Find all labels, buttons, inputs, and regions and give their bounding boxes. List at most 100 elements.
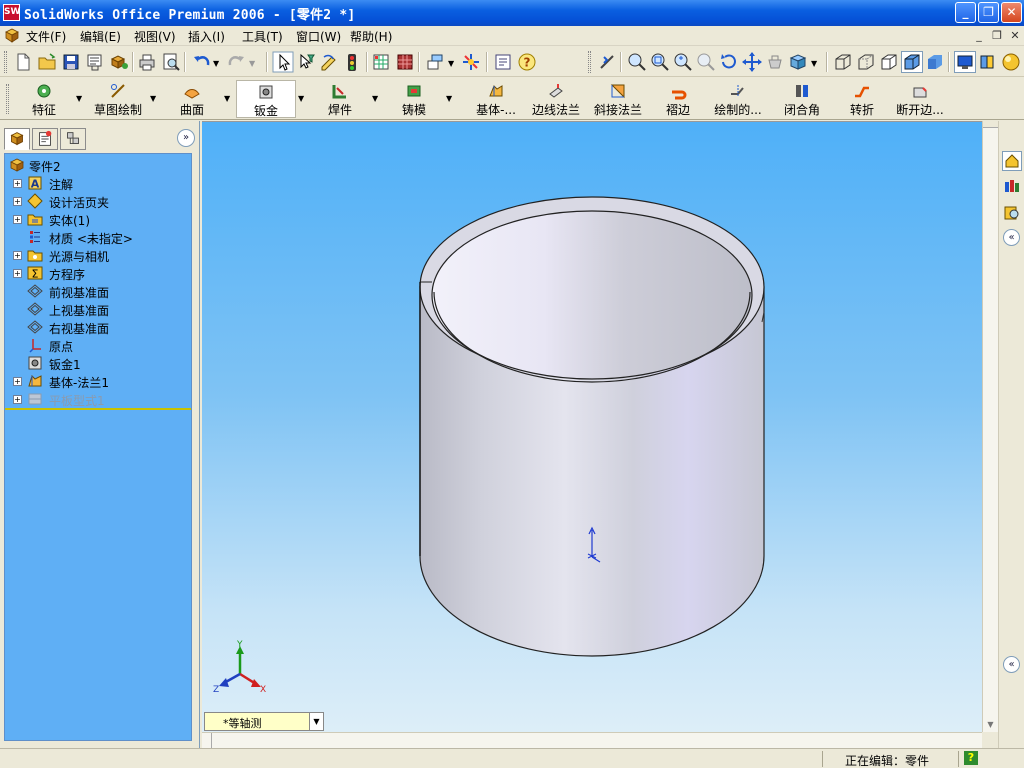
menu-help[interactable]: 帮助(H) <box>350 28 392 45</box>
hem-button[interactable]: 褶边 <box>660 80 696 118</box>
doc-close-button[interactable]: ✕ <box>1008 29 1022 43</box>
sketched-bend-button[interactable]: 绘制的... <box>708 80 768 118</box>
close-button[interactable]: ✕ <box>1001 2 1022 23</box>
zoom-to-fit-icon[interactable] <box>626 51 648 73</box>
shaded-with-edges-icon[interactable] <box>901 51 923 73</box>
previous-view-icon[interactable] <box>596 51 618 73</box>
properties-icon[interactable] <box>492 51 514 73</box>
horizontal-scrollbar[interactable] <box>202 732 982 748</box>
view-orientation-select[interactable]: *等轴测 ▼ <box>204 712 324 731</box>
tree-item-design-binder[interactable]: + 设计活页夹 <box>11 192 191 210</box>
design-library-icon[interactable] <box>1002 176 1022 196</box>
rotate-view-icon[interactable] <box>718 51 740 73</box>
pan-icon[interactable] <box>741 51 763 73</box>
grid-options-icon[interactable] <box>370 51 392 73</box>
expand-plus-icon[interactable]: + <box>13 197 22 206</box>
graphics-area[interactable]: Y X Z *等轴测 ▼ <box>202 121 982 732</box>
tree-item-material[interactable]: 材质 <未指定> <box>11 228 191 246</box>
instant-3d-icon[interactable] <box>460 51 482 73</box>
features-tab-button[interactable]: 特征 <box>22 80 66 118</box>
print-icon[interactable] <box>136 51 158 73</box>
tree-item-solid-bodies[interactable]: + 实体(1) <box>11 210 191 228</box>
task-pane-home-icon[interactable] <box>1002 151 1022 171</box>
view-toolbar-grip[interactable] <box>588 51 591 73</box>
edge-flange-button[interactable]: 边线法兰 <box>528 80 584 118</box>
wireframe-icon[interactable] <box>832 51 854 73</box>
tree-item-annotations[interactable]: + A 注解 <box>11 174 191 192</box>
configuration-manager-tab-icon[interactable] <box>60 128 86 150</box>
select-arrow-icon[interactable] <box>272 51 294 73</box>
rebuild-sketch-icon[interactable] <box>318 51 340 73</box>
tree-item-top-plane[interactable]: 上视基准面 <box>11 300 191 318</box>
break-corner-button[interactable]: 断开边... <box>892 80 948 118</box>
property-manager-tab-icon[interactable] <box>32 128 58 150</box>
make-assembly-icon[interactable] <box>108 51 130 73</box>
doc-restore-button[interactable]: ❐ <box>990 29 1004 43</box>
command-manager-grip[interactable] <box>6 84 9 114</box>
print-preview-icon[interactable] <box>160 51 182 73</box>
section-view-icon[interactable] <box>977 51 999 73</box>
undo-icon[interactable] <box>190 51 212 73</box>
tree-item-origin[interactable]: 原点 <box>11 336 191 354</box>
standard-views-chevron-down-icon[interactable]: ▼ <box>811 59 817 68</box>
sketch-entity-icon[interactable] <box>424 51 446 73</box>
undo-dropdown-chevron-down-icon[interactable]: ▼ <box>213 59 219 68</box>
color-palette-icon[interactable] <box>394 51 416 73</box>
new-file-icon[interactable] <box>12 51 34 73</box>
scroll-down-chevron-down-icon[interactable]: ▼ <box>983 718 998 732</box>
menu-file[interactable]: 文件(F) <box>26 28 66 45</box>
shaded-icon[interactable] <box>924 51 946 73</box>
vertical-scrollbar[interactable]: ▼ <box>982 121 998 732</box>
file-explorer-search-icon[interactable] <box>1002 203 1022 223</box>
sketch-tab-button[interactable]: 草图绘制 <box>88 80 148 118</box>
redo-icon[interactable] <box>226 51 248 73</box>
miter-flange-button[interactable]: 斜接法兰 <box>590 80 646 118</box>
save-icon[interactable] <box>60 51 82 73</box>
sheet-metal-chevron-down-icon[interactable]: ▼ <box>298 94 306 103</box>
closed-corner-button[interactable]: 闭合角 <box>780 80 824 118</box>
toolbar-grip[interactable] <box>4 51 7 73</box>
redo-dropdown-chevron-down-icon[interactable]: ▼ <box>249 59 255 68</box>
mold-tools-tab-button[interactable]: 铸模 <box>394 80 434 118</box>
cylinder-part[interactable] <box>419 196 765 657</box>
zoom-in-out-icon[interactable] <box>672 51 694 73</box>
base-flange-button[interactable]: 基体-... <box>466 80 526 118</box>
tree-item-front-plane[interactable]: 前视基准面 <box>11 282 191 300</box>
menu-insert[interactable]: 插入(I) <box>188 28 225 45</box>
expand-plus-icon[interactable]: + <box>13 269 22 278</box>
tree-item-equations[interactable]: + Σ 方程序 <box>11 264 191 282</box>
tree-item-lights-cameras[interactable]: + 光源与相机 <box>11 246 191 264</box>
solidworks-logo-icon[interactable] <box>4 28 20 44</box>
tree-item-right-plane[interactable]: 右视基准面 <box>11 318 191 336</box>
panel-expand-chevron-right-icon[interactable]: » <box>177 129 195 147</box>
jog-button[interactable]: 转折 <box>844 80 880 118</box>
help-question-icon[interactable]: ? <box>516 51 538 73</box>
open-folder-icon[interactable] <box>36 51 58 73</box>
menu-window[interactable]: 窗口(W) <box>296 28 341 45</box>
doc-minimize-button[interactable]: _ <box>972 29 986 43</box>
tree-item-sheet-metal1[interactable]: 钣金1 <box>11 354 191 372</box>
mold-tools-chevron-down-icon[interactable]: ▼ <box>446 94 454 103</box>
standard-views-icon[interactable] <box>787 51 809 73</box>
realview-sphere-icon[interactable] <box>1000 51 1022 73</box>
expand-plus-icon[interactable]: + <box>13 251 22 260</box>
zoom-to-area-icon[interactable] <box>649 51 671 73</box>
model-canvas[interactable]: Y X Z <box>202 122 982 733</box>
expand-plus-icon[interactable]: + <box>13 179 22 188</box>
weldments-chevron-down-icon[interactable]: ▼ <box>372 94 380 103</box>
menu-tools[interactable]: 工具(T) <box>242 28 283 45</box>
zoom-to-selection-icon[interactable] <box>695 51 717 73</box>
solidworks-app-icon[interactable]: SW <box>3 4 20 21</box>
rebuild-traffic-light-icon[interactable] <box>341 51 363 73</box>
surfaces-tab-button[interactable]: 曲面 <box>172 80 212 118</box>
expand-plus-icon[interactable]: + <box>13 377 22 386</box>
sheet-metal-tab-button[interactable]: 钣金 <box>236 80 296 118</box>
view-display-icon[interactable] <box>954 51 976 73</box>
features-chevron-down-icon[interactable]: ▼ <box>76 94 84 103</box>
expand-plus-icon[interactable]: + <box>13 395 22 404</box>
weldments-tab-button[interactable]: 焊件 <box>320 80 360 118</box>
menu-view[interactable]: 视图(V) <box>134 28 176 45</box>
expand-plus-icon[interactable]: + <box>13 215 22 224</box>
scroll-split-handle[interactable] <box>983 121 998 128</box>
view-orientation-chevron-down-icon[interactable]: ▼ <box>309 713 323 730</box>
